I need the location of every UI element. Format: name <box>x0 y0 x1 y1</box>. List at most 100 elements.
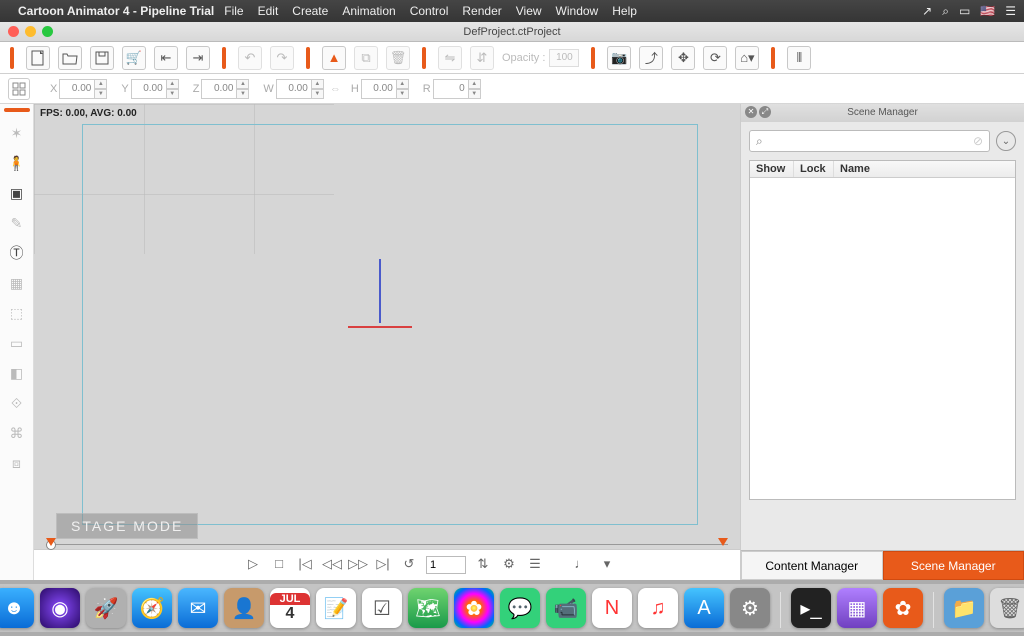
select-tool-button[interactable]: ▲ <box>322 46 346 70</box>
dock-terminal[interactable]: ▸_ <box>791 588 831 628</box>
dock-settings[interactable]: ⚙ <box>730 588 770 628</box>
dock-messages[interactable]: 💬 <box>500 588 540 628</box>
r-down[interactable]: ▼ <box>469 89 481 99</box>
dock-finder[interactable]: ☻ <box>0 588 34 628</box>
y-down[interactable]: ▼ <box>167 89 179 99</box>
dock-app-purple[interactable]: ▦ <box>837 588 877 628</box>
app-name[interactable]: Cartoon Animator 4 - Pipeline Trial <box>18 4 214 18</box>
move-tool-button[interactable]: ✥ <box>671 46 695 70</box>
opacity-input[interactable] <box>549 49 579 67</box>
side-tool-12[interactable]: ⧈ <box>4 450 30 476</box>
side-tool-6[interactable]: ▦ <box>4 270 30 296</box>
side-tool-actor[interactable]: 🧍 <box>4 150 30 176</box>
menu-file[interactable]: File <box>224 4 243 18</box>
flag-icon[interactable]: 🇺🇸 <box>980 4 995 18</box>
spotlight-icon[interactable]: ⌕ <box>942 4 949 19</box>
side-tool-1[interactable]: ✶ <box>4 120 30 146</box>
maximize-window-button[interactable] <box>42 26 53 37</box>
w-input[interactable] <box>276 79 312 99</box>
side-tool-8[interactable]: ▭ <box>4 330 30 356</box>
menu-edit[interactable]: Edit <box>258 4 279 18</box>
menu-view[interactable]: View <box>516 4 542 18</box>
import-button[interactable]: ⇤ <box>154 46 178 70</box>
dock-facetime[interactable]: 📹 <box>546 588 586 628</box>
z-up[interactable]: ▲ <box>237 79 249 89</box>
w-up[interactable]: ▲ <box>312 79 324 89</box>
dock-itunes[interactable]: ♫ <box>638 588 678 628</box>
scene-search-box[interactable]: ⌕ ⊘ <box>749 130 990 152</box>
dock-news[interactable]: N <box>592 588 632 628</box>
col-name[interactable]: Name <box>834 161 1015 177</box>
dock-launchpad[interactable]: 🚀 <box>86 588 126 628</box>
delete-button[interactable]: 🗑 <box>386 46 410 70</box>
side-tool-prop[interactable]: ▣ <box>4 180 30 206</box>
side-tool-text[interactable]: Ⓣ <box>4 240 30 266</box>
menu-animation[interactable]: Animation <box>342 4 395 18</box>
next-frame-button[interactable]: ▷▷ <box>348 556 366 574</box>
x-up[interactable]: ▲ <box>95 79 107 89</box>
dock-appstore[interactable]: A <box>684 588 724 628</box>
menu-control[interactable]: Control <box>410 4 449 18</box>
timeline-start-mark[interactable] <box>46 538 56 546</box>
save-project-button[interactable] <box>90 46 114 70</box>
camera-tool-button[interactable]: 📷 <box>607 46 631 70</box>
timeline-end-mark[interactable] <box>718 538 728 546</box>
tab-content-manager[interactable]: Content Manager <box>741 551 883 580</box>
play-button[interactable]: ▷ <box>244 556 262 574</box>
h-down[interactable]: ▼ <box>397 89 409 99</box>
col-lock[interactable]: Lock <box>794 161 834 177</box>
copy-button[interactable]: ⧉ <box>354 46 378 70</box>
col-show[interactable]: Show <box>750 161 794 177</box>
dock-siri[interactable]: ◉ <box>40 588 80 628</box>
3d-view-button[interactable]: ⦀ <box>787 46 811 70</box>
panel-detach-button[interactable]: ⤢ <box>759 106 771 118</box>
menu-render[interactable]: Render <box>462 4 501 18</box>
z-down[interactable]: ▼ <box>237 89 249 99</box>
panel-close-button[interactable]: ✕ <box>745 106 757 118</box>
displays-icon[interactable]: ▭ <box>959 4 970 18</box>
r-input[interactable] <box>433 79 469 99</box>
export-button[interactable]: ⇥ <box>186 46 210 70</box>
x-input[interactable] <box>59 79 95 99</box>
list-icon[interactable]: ☰ <box>1005 4 1016 18</box>
w-down[interactable]: ▼ <box>312 89 324 99</box>
transform-tool-button[interactable]: ⤴ <box>639 46 663 70</box>
audio-icon[interactable]: ♩ <box>572 556 590 574</box>
timeline-scrubber[interactable] <box>46 540 728 548</box>
dock-safari[interactable]: 🧭 <box>132 588 172 628</box>
side-tool-10[interactable]: ⟐ <box>4 390 30 416</box>
redo-button[interactable]: ↷ <box>270 46 294 70</box>
rotate-tool-button[interactable]: ⟳ <box>703 46 727 70</box>
undo-button[interactable]: ↶ <box>238 46 262 70</box>
cart-button[interactable]: 🛒 <box>122 46 146 70</box>
prev-frame-button[interactable]: ◁◁ <box>322 556 340 574</box>
stop-button[interactable]: □ <box>270 556 288 574</box>
flip-v-button[interactable]: ⇵ <box>470 46 494 70</box>
y-up[interactable]: ▲ <box>167 79 179 89</box>
dock-reminders[interactable]: ☑ <box>362 588 402 628</box>
x-down[interactable]: ▼ <box>95 89 107 99</box>
flip-h-button[interactable]: ⇋ <box>438 46 462 70</box>
dock-mail[interactable]: ✉ <box>178 588 218 628</box>
new-project-button[interactable] <box>26 46 50 70</box>
close-window-button[interactable] <box>8 26 19 37</box>
share-icon[interactable]: ↗ <box>922 4 932 18</box>
y-input[interactable] <box>131 79 167 99</box>
side-tool-9[interactable]: ◧ <box>4 360 30 386</box>
r-up[interactable]: ▲ <box>469 79 481 89</box>
side-tool-11[interactable]: ⌘ <box>4 420 30 446</box>
menu-window[interactable]: Window <box>556 4 599 18</box>
dock-contacts[interactable]: 👤 <box>224 588 264 628</box>
h-input[interactable] <box>361 79 397 99</box>
audio-dropdown[interactable]: ▾ <box>598 556 616 574</box>
last-frame-button[interactable]: ▷| <box>374 556 392 574</box>
filter-dropdown-button[interactable]: ⌄ <box>996 131 1016 151</box>
side-tool-7[interactable]: ⬚ <box>4 300 30 326</box>
minimize-window-button[interactable] <box>25 26 36 37</box>
dock-cartoon-animator[interactable]: ✿ <box>883 588 923 628</box>
frame-input[interactable] <box>426 556 466 574</box>
search-clear-icon[interactable]: ⊘ <box>973 134 983 148</box>
list-view-icon[interactable]: ☰ <box>526 556 544 574</box>
first-frame-button[interactable]: |◁ <box>296 556 314 574</box>
frame-step-button[interactable]: ⇅ <box>474 556 492 574</box>
